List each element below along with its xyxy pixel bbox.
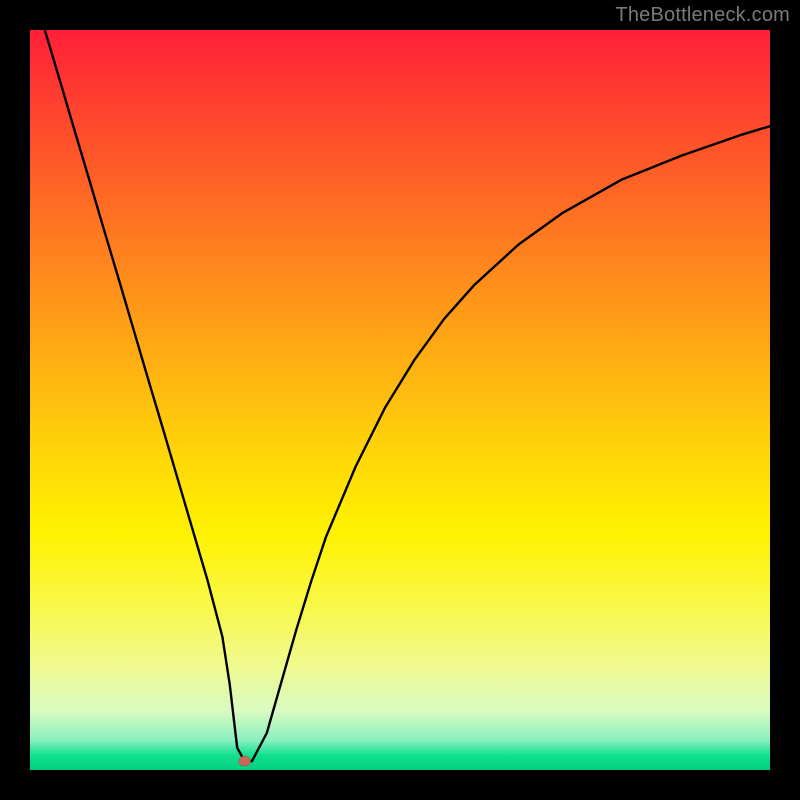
chart-frame: TheBottleneck.com — [0, 0, 800, 800]
bottleneck-curve — [45, 30, 770, 761]
marker-dot — [239, 756, 251, 766]
watermark-text: TheBottleneck.com — [615, 4, 790, 27]
plot-area — [30, 30, 770, 770]
chart-svg — [30, 30, 770, 770]
